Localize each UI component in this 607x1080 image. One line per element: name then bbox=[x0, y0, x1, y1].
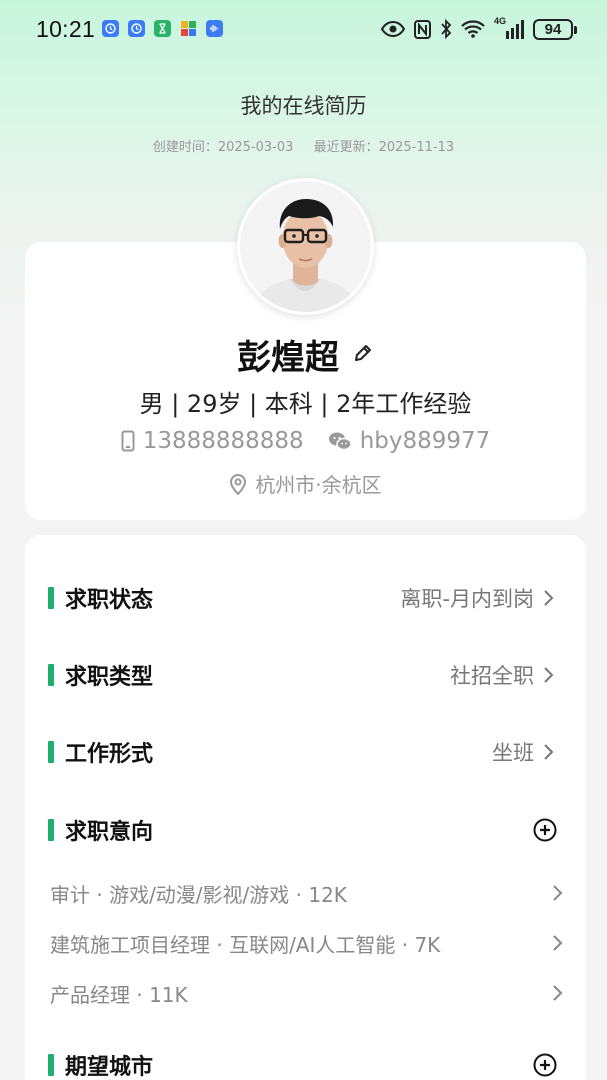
chevron-right-icon bbox=[544, 590, 554, 606]
voice-app-icon bbox=[206, 20, 223, 37]
phone-icon bbox=[121, 430, 135, 452]
job-info-card: 求职状态 离职-月内到岗 求职类型 社招全职 工作形式 坐班 求职意向 审计 ·… bbox=[25, 535, 586, 1080]
status-bar: 10:21 4G 94 bbox=[0, 0, 607, 60]
job-intention-text: 建筑施工项目经理 · 互联网/AI人工智能 · 7K bbox=[50, 932, 441, 957]
updated-time: 最近更新：2025-11-13 bbox=[314, 140, 455, 155]
puzzle-app-icon bbox=[180, 20, 197, 37]
job-intention-text: 产品经理 · 11K bbox=[50, 982, 188, 1007]
clock-app-icon bbox=[102, 20, 119, 37]
edit-pencil-icon[interactable] bbox=[352, 342, 374, 368]
chevron-right-icon bbox=[553, 985, 563, 1001]
avatar[interactable] bbox=[237, 178, 374, 315]
contact-row: 13888888888 hby889977 bbox=[25, 428, 586, 454]
name-row: 彭煌超 bbox=[25, 330, 586, 379]
chevron-right-icon bbox=[544, 744, 554, 760]
nfc-icon bbox=[414, 19, 431, 39]
section-marker bbox=[48, 664, 54, 686]
wechat-id: hby889977 bbox=[359, 428, 491, 454]
bluetooth-icon bbox=[441, 19, 452, 39]
work-mode-row[interactable]: 工作形式 坐班 bbox=[25, 732, 586, 772]
basic-info: 男 | 29岁 | 本科 | 2年工作经验 bbox=[139, 390, 472, 418]
network-type: 4G bbox=[494, 16, 507, 26]
notification-icons bbox=[102, 20, 223, 37]
created-label: 创建时间： bbox=[152, 140, 218, 155]
wechat-contact[interactable]: hby889977 bbox=[328, 428, 491, 454]
expected-city-header: 期望城市 bbox=[25, 1045, 586, 1080]
phone-number: 13888888888 bbox=[142, 428, 304, 454]
job-intention-item[interactable]: 审计 · 游戏/动漫/影视/游戏 · 12K bbox=[50, 877, 570, 909]
add-circle-icon[interactable] bbox=[533, 1053, 557, 1077]
job-intention-header: 求职意向 bbox=[25, 810, 586, 850]
work-mode-title: 工作形式 bbox=[65, 742, 154, 767]
user-name: 彭煌超 bbox=[236, 338, 339, 378]
add-circle-icon[interactable] bbox=[533, 818, 557, 842]
battery-indicator: 94 bbox=[533, 18, 577, 40]
wechat-icon bbox=[328, 432, 352, 451]
signal-icon: 4G bbox=[494, 16, 524, 39]
system-icons: 4G 94 bbox=[381, 16, 577, 42]
created-time: 创建时间：2025-03-03 bbox=[153, 140, 294, 155]
job-type-title: 求职类型 bbox=[65, 665, 154, 690]
job-intention-item[interactable]: 建筑施工项目经理 · 互联网/AI人工智能 · 7K bbox=[50, 927, 570, 959]
wifi-icon bbox=[461, 20, 485, 38]
work-mode-value: 坐班 bbox=[492, 741, 534, 765]
updated-date: 2025-11-13 bbox=[378, 140, 455, 155]
location-text: 杭州市·余杭区 bbox=[255, 473, 382, 497]
updated-label: 最近更新： bbox=[313, 140, 379, 155]
avatar-photo bbox=[240, 181, 371, 312]
status-time: 10:21 bbox=[36, 16, 96, 42]
job-intention-text: 审计 · 游戏/动漫/影视/游戏 · 12K bbox=[50, 882, 347, 907]
job-status-title: 求职状态 bbox=[65, 588, 154, 613]
job-status-row[interactable]: 求职状态 离职-月内到岗 bbox=[25, 578, 586, 618]
section-marker bbox=[48, 819, 54, 841]
created-date: 2025-03-03 bbox=[217, 140, 294, 155]
timer-app-icon bbox=[154, 20, 171, 37]
chevron-right-icon bbox=[553, 885, 563, 901]
page-title: 我的在线简历 bbox=[240, 94, 367, 118]
expected-city-title: 期望城市 bbox=[65, 1055, 154, 1080]
location-row: 杭州市·余杭区 bbox=[25, 469, 586, 498]
section-marker bbox=[48, 587, 54, 609]
job-intention-item[interactable]: 产品经理 · 11K bbox=[50, 977, 570, 1009]
location-pin-icon bbox=[230, 473, 247, 495]
chevron-right-icon bbox=[553, 935, 563, 951]
clock-app-icon bbox=[128, 20, 145, 37]
section-marker bbox=[48, 741, 54, 763]
eye-icon bbox=[381, 21, 405, 37]
chevron-right-icon bbox=[544, 667, 554, 683]
section-marker bbox=[48, 1054, 54, 1076]
resume-meta: 创建时间：2025-03-03 最近更新：2025-11-13 bbox=[0, 136, 607, 155]
job-status-value: 离职-月内到岗 bbox=[400, 587, 534, 611]
job-type-row[interactable]: 求职类型 社招全职 bbox=[25, 655, 586, 695]
job-type-value: 社招全职 bbox=[450, 664, 534, 688]
job-intention-title: 求职意向 bbox=[65, 820, 154, 845]
phone-contact[interactable]: 13888888888 bbox=[121, 428, 304, 454]
